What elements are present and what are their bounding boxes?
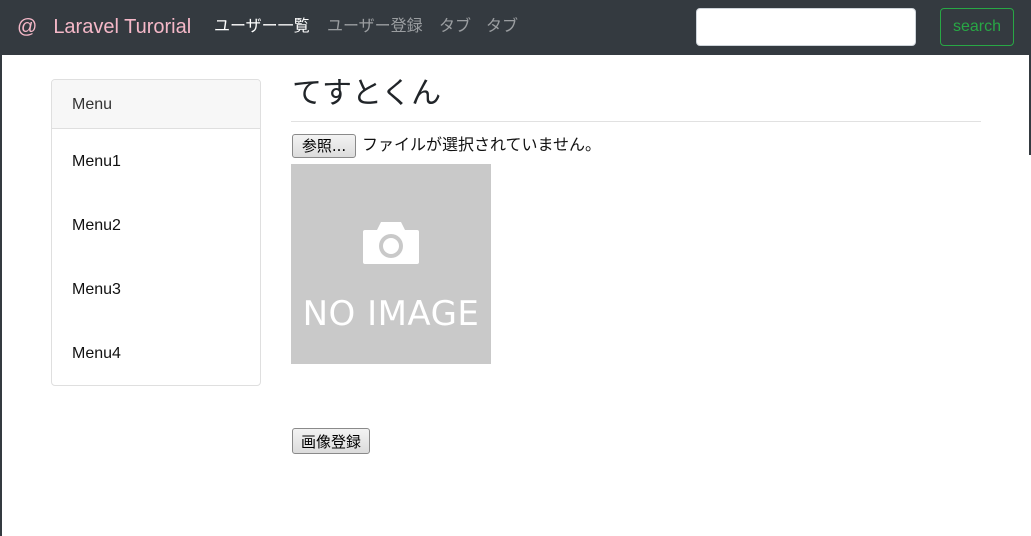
no-image-placeholder: NO IMAGE xyxy=(291,164,491,364)
navbar: @ Laravel Turorial ユーザー一覧 ユーザー登録 タブ タブ se… xyxy=(0,0,1031,55)
sidebar-item-menu3[interactable]: Menu3 xyxy=(72,280,121,300)
sidebar-item-menu1[interactable]: Menu1 xyxy=(72,152,121,172)
brand-label: Laravel Turorial xyxy=(53,16,192,38)
page-frame-left xyxy=(0,55,2,536)
file-browse-button[interactable]: 参照... xyxy=(292,134,356,158)
sidebar-header: Menu xyxy=(52,80,260,129)
at-icon: @ xyxy=(17,16,38,38)
search-input[interactable] xyxy=(696,8,916,46)
sidebar-menu: Menu Menu1 Menu2 Menu3 Menu4 xyxy=(51,79,261,386)
title-divider xyxy=(291,121,981,122)
search-button[interactable]: search xyxy=(940,8,1014,46)
nav-item-user-register[interactable]: ユーザー登録 xyxy=(327,17,423,37)
nav-item-user-list[interactable]: ユーザー一覧 xyxy=(214,17,310,37)
nav-item-tab-2[interactable]: タブ xyxy=(486,17,518,37)
page-title: てすとくん xyxy=(292,76,442,111)
image-register-button[interactable]: 画像登録 xyxy=(292,428,370,454)
sidebar-item-menu2[interactable]: Menu2 xyxy=(72,216,121,236)
no-image-label: NO IMAGE xyxy=(302,294,480,334)
brand-link[interactable]: @ Laravel Turorial xyxy=(17,14,191,40)
file-status-text: ファイルが選択されていません。 xyxy=(362,135,602,154)
sidebar-item-menu4[interactable]: Menu4 xyxy=(72,344,121,364)
nav-item-tab-1[interactable]: タブ xyxy=(439,17,471,37)
camera-icon xyxy=(363,222,419,264)
